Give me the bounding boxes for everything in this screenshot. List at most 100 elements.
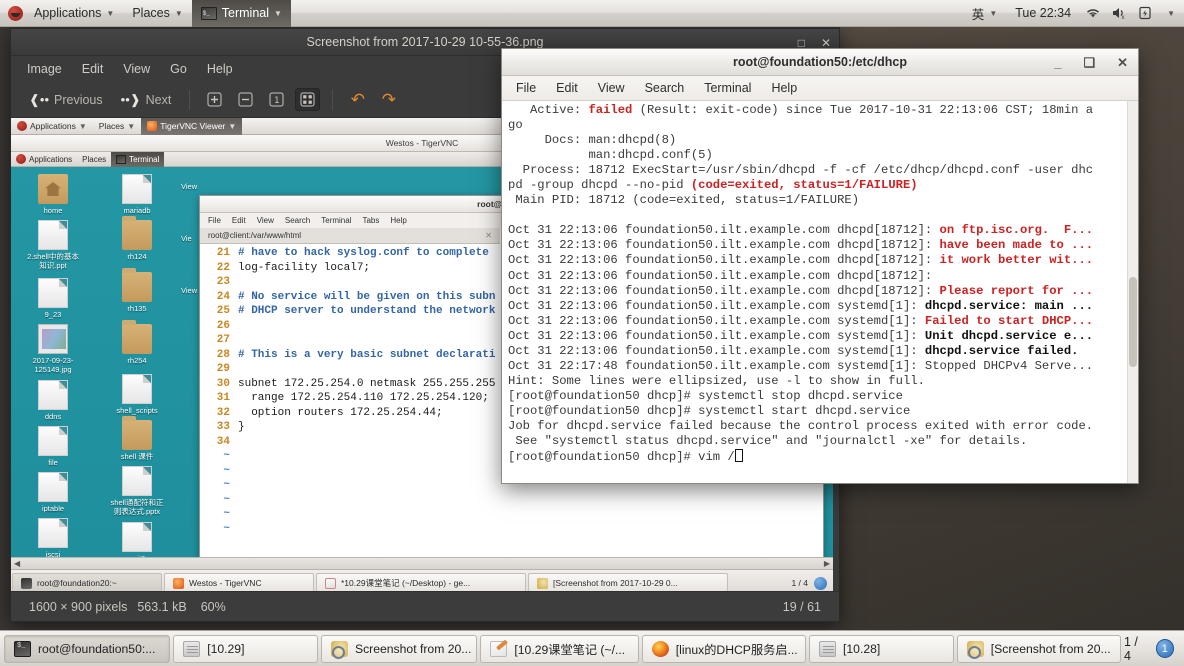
scroll-right-arrow-icon[interactable]: ▶ bbox=[824, 559, 833, 568]
menu-image[interactable]: Image bbox=[27, 62, 62, 76]
terminal-text: Process: 18712 ExecStart=/usr/sbin/dhcpd… bbox=[508, 163, 1094, 178]
desktop-icon-home: home bbox=[25, 174, 81, 215]
terminal-line: [root@foundation50 dhcp]# systemctl star… bbox=[508, 404, 1138, 419]
vim-tilde: ~ bbox=[223, 493, 230, 506]
tigervnc-icon bbox=[147, 121, 158, 131]
menu-file: File bbox=[208, 216, 221, 225]
terminal-text: dhcpd.service failed. bbox=[924, 343, 1079, 358]
terminal-output[interactable]: Active: failed (Result: exit-code) since… bbox=[502, 101, 1138, 483]
terminal-text: failed bbox=[588, 103, 633, 117]
label: [10.28] bbox=[843, 641, 881, 656]
terminal-title-label: root@foundation50:/etc/dhcp bbox=[733, 55, 907, 69]
folder-icon bbox=[122, 320, 152, 354]
terminal-titlebar[interactable]: root@foundation50:/etc/dhcp _ ❑ ✕ bbox=[502, 49, 1138, 76]
top-panel: Applications ▼ Places ▼ $_ Terminal ▼ 英 … bbox=[0, 0, 1184, 27]
menu-view[interactable]: View bbox=[598, 81, 625, 95]
taskbar-item-notes[interactable]: [10.29课堂笔记 (~/... bbox=[480, 634, 639, 663]
terminal-text: [root@foundation50 dhcp]# vim / bbox=[508, 450, 735, 465]
clock[interactable]: Tue 22:34 bbox=[1006, 0, 1080, 27]
label: Places bbox=[82, 154, 107, 164]
menu-edit[interactable]: Edit bbox=[556, 81, 578, 95]
toolbar-separator-2 bbox=[332, 89, 334, 110]
wifi-icon[interactable] bbox=[1084, 5, 1102, 21]
menu-help[interactable]: Help bbox=[771, 81, 797, 95]
file-icon bbox=[38, 426, 68, 456]
close-icon[interactable]: ✕ bbox=[1117, 55, 1128, 71]
terminal-text: Oct 31 22:13:06 foundation50.ilt.example… bbox=[508, 343, 925, 358]
workspace-indicator[interactable]: 1 bbox=[1155, 639, 1174, 658]
previous-button[interactable]: ❰•• Previous bbox=[23, 88, 109, 112]
scroll-left-arrow-icon[interactable]: ◀ bbox=[11, 559, 20, 568]
menu-terminal[interactable]: Terminal bbox=[704, 81, 751, 95]
menu-applications[interactable]: Applications ▼ bbox=[25, 0, 123, 27]
terminal-scrollbar-thumb[interactable] bbox=[1129, 276, 1137, 367]
taskbar-item-firefox[interactable]: [linux的DHCP服务启... bbox=[641, 634, 806, 663]
terminal-text: Oct 31 22:13:06 foundation50.ilt.example… bbox=[508, 238, 940, 253]
label: shell 课件 bbox=[120, 452, 154, 461]
label: iptable bbox=[41, 504, 65, 513]
tray-menu-button[interactable]: ▼ bbox=[1158, 0, 1184, 27]
active-window-menu-terminal[interactable]: $_ Terminal ▼ bbox=[191, 0, 291, 27]
terminal-line: Active: failed (Result: exit-code) since… bbox=[508, 103, 1138, 118]
terminal-cursor bbox=[734, 449, 743, 463]
terminal-text: Oct 31 22:13:06 foundation50.ilt.example… bbox=[508, 268, 933, 283]
menu-search[interactable]: Search bbox=[645, 81, 685, 95]
terminal-text: Job for dhcpd.service failed because the… bbox=[508, 418, 1094, 433]
next-button[interactable]: ••❱ Next bbox=[115, 88, 178, 112]
menu-search: Search bbox=[284, 216, 311, 225]
volume-muted-icon[interactable]: x bbox=[1110, 5, 1128, 21]
svg-text:1: 1 bbox=[274, 96, 279, 106]
screenshot-applications-menu: Applications ▼ bbox=[11, 118, 93, 135]
image-filesize: 563.1 kB bbox=[137, 599, 187, 614]
menu-help[interactable]: Help bbox=[207, 62, 233, 76]
menu-applications-label: Applications bbox=[34, 6, 102, 20]
screenshot-places-menu: Places ▼ bbox=[93, 118, 141, 135]
menu-edit[interactable]: Edit bbox=[82, 62, 104, 76]
terminal-text: Hint: Some lines were ellipsized, use -l… bbox=[508, 373, 925, 388]
taskbar-item-1029[interactable]: [10.29] bbox=[173, 634, 318, 663]
vnc-horizontal-scrollbar[interactable]: ◀ ▶ bbox=[11, 557, 833, 569]
taskbar-item-screenshot-2[interactable]: [Screenshot from 20... bbox=[956, 634, 1121, 663]
zoom-out-icon[interactable] bbox=[233, 88, 258, 111]
workspace-pager: 1 / 4 1 bbox=[1124, 635, 1180, 663]
terminal-text: Failed to start DHCP... bbox=[924, 313, 1094, 328]
minimize-icon[interactable]: _ bbox=[1054, 55, 1061, 70]
menu-view[interactable]: View bbox=[123, 62, 150, 76]
previous-label: Previous bbox=[54, 92, 103, 107]
terminal-line: go bbox=[508, 118, 1138, 133]
terminal-text: Oct 31 22:13:06 foundation50.ilt.example… bbox=[508, 298, 925, 313]
maximize-icon[interactable]: ❑ bbox=[1083, 55, 1095, 71]
bottom-taskbar: root@foundation50:... [10.29] Screenshot… bbox=[0, 630, 1184, 666]
desktop-icon-shell-regex-pptx: shell通配符和正则表达式.pptx bbox=[109, 466, 165, 516]
desktop-icon-ddns: ddns bbox=[25, 380, 81, 421]
file-icon bbox=[38, 278, 68, 308]
input-method-indicator[interactable]: 英 ▼ bbox=[963, 0, 1006, 27]
terminal-scrollbar[interactable] bbox=[1127, 101, 1138, 483]
desktop-root: Applications ▼ Places ▼ $_ Terminal ▼ 英 … bbox=[0, 0, 1184, 666]
label: shell_scripts bbox=[116, 406, 158, 415]
fedora-logo-icon bbox=[8, 5, 23, 21]
rotate-left-icon[interactable]: ↶ bbox=[345, 88, 370, 111]
menu-places[interactable]: Places ▼ bbox=[123, 0, 191, 27]
terminal-text: (code=exited, status=1/FAILURE) bbox=[690, 178, 918, 193]
taskbar-item-1028[interactable]: [10.28] bbox=[809, 634, 954, 663]
zoom-in-icon[interactable] bbox=[202, 88, 227, 111]
rotate-right-icon[interactable]: ↷ bbox=[376, 88, 401, 111]
label: [linux的DHCP服务启... bbox=[675, 642, 798, 657]
clock-label: Tue 22:34 bbox=[1015, 6, 1072, 20]
desktop-icon-shell-scripts: shell_scripts bbox=[109, 374, 165, 415]
taskbar-item-screenshot[interactable]: Screenshot from 20... bbox=[320, 634, 478, 663]
label: shell通配符和正则表达式.pptx bbox=[110, 498, 164, 516]
label: [10.29] bbox=[207, 641, 245, 656]
normal-size-icon[interactable]: 1 bbox=[264, 88, 289, 111]
battery-charging-icon[interactable] bbox=[1136, 5, 1154, 21]
best-fit-icon[interactable] bbox=[295, 88, 321, 111]
terminal-text: pd -group dhcpd --no-pid bbox=[508, 178, 691, 193]
taskbar-item-terminal[interactable]: root@foundation50:... bbox=[4, 634, 171, 663]
menu-go[interactable]: Go bbox=[170, 62, 187, 76]
terminal-line: Main PID: 18712 (code=exited, status=1/F… bbox=[508, 193, 1138, 208]
terminal-text: [root@foundation50 dhcp]# systemctl star… bbox=[508, 403, 911, 418]
arrow-left-icon: ❰•• bbox=[29, 91, 49, 107]
notes-icon bbox=[490, 640, 508, 657]
menu-file[interactable]: File bbox=[516, 81, 536, 95]
